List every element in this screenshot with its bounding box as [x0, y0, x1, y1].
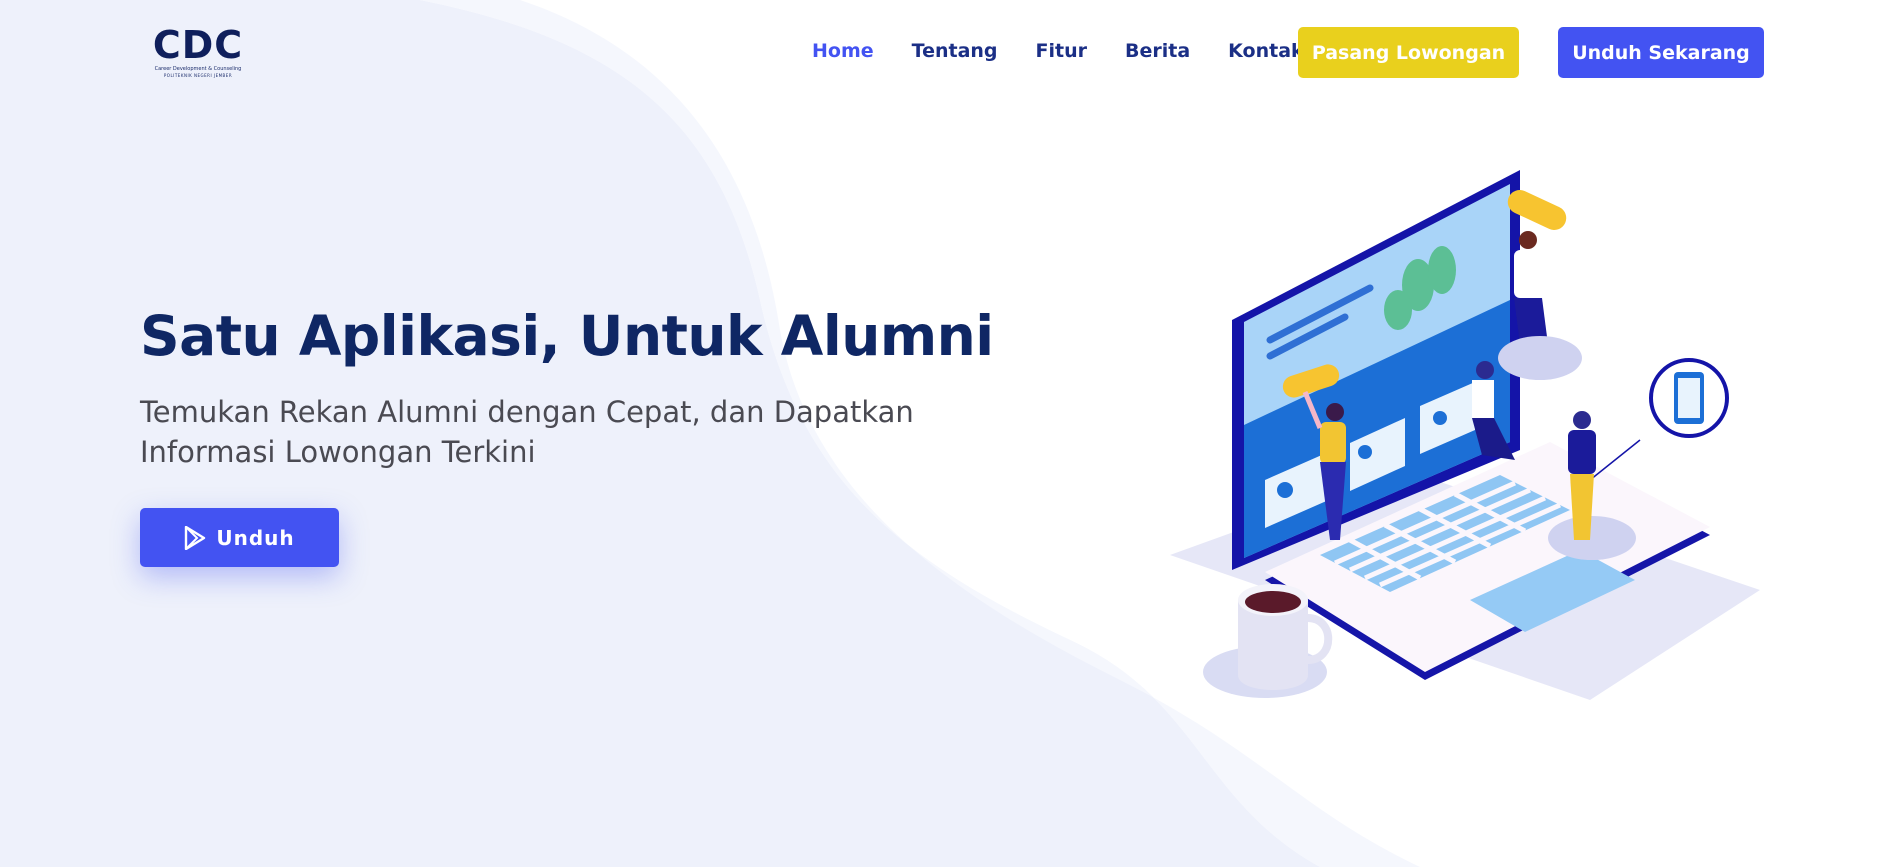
- unduh-label: Unduh: [216, 525, 295, 550]
- unduh-button[interactable]: Unduh: [140, 508, 339, 567]
- download-now-button[interactable]: Unduh Sekarang: [1558, 27, 1764, 78]
- hero-subtitle: Temukan Rekan Alumni dengan Cepat, dan D…: [140, 395, 914, 469]
- nav-home[interactable]: Home: [812, 38, 874, 64]
- cdc-logo[interactable]: CDC Career Development & Counseling POLI…: [150, 26, 246, 78]
- nav-berita[interactable]: Berita: [1125, 38, 1190, 64]
- site-header: CDC Career Development & Counseling POLI…: [0, 0, 1892, 104]
- nav-kontak[interactable]: Kontak: [1228, 38, 1304, 64]
- post-job-button[interactable]: Pasang Lowongan: [1298, 27, 1519, 78]
- nav-tentang[interactable]: Tentang: [912, 38, 998, 64]
- main-nav: Home Tentang Fitur Berita Kontak: [812, 38, 1342, 64]
- logo-institution: POLITEKNIK NEGERI JEMBER: [163, 73, 233, 78]
- nav-fitur[interactable]: Fitur: [1036, 38, 1087, 64]
- hero-title: Satu Aplikasi, Untuk Alumni: [140, 304, 994, 368]
- play-store-icon: [185, 525, 206, 550]
- logo-text: CDC: [152, 23, 244, 67]
- logo-subtitle: Career Development & Counseling: [154, 66, 242, 72]
- laptop-people-illustration: [1170, 170, 1760, 700]
